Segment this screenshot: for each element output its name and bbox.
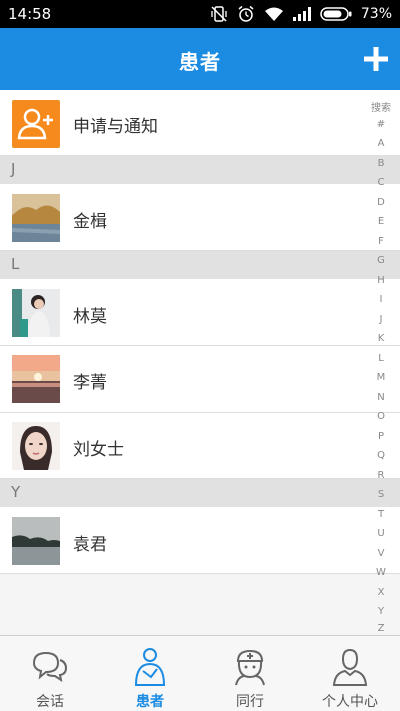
patient-name: 刘女士 xyxy=(73,440,124,460)
index-letter[interactable]: L xyxy=(366,353,396,364)
index-letter[interactable]: I xyxy=(366,294,396,305)
index-letter[interactable]: Q xyxy=(366,450,396,461)
index-letter[interactable]: Z xyxy=(366,623,396,634)
index-letter[interactable]: G xyxy=(366,255,396,266)
patient-row[interactable]: 林莫 xyxy=(0,279,400,346)
tab-label: 同行 xyxy=(236,694,264,710)
patient-row[interactable]: 李菁 xyxy=(0,346,400,413)
wifi-icon xyxy=(264,6,284,22)
nurse-icon xyxy=(230,647,270,687)
section-letter: L xyxy=(11,255,20,273)
index-letter[interactable]: W xyxy=(366,567,396,578)
tab-label: 个人中心 xyxy=(322,694,378,710)
index-letter[interactable]: U xyxy=(366,528,396,539)
notify-label: 申请与通知 xyxy=(73,117,158,137)
index-letter[interactable]: Y xyxy=(366,606,396,617)
avatar xyxy=(12,289,60,337)
index-letter[interactable]: K xyxy=(366,333,396,344)
tab-label: 患者 xyxy=(136,694,164,710)
add-contact-icon xyxy=(12,100,60,148)
index-letter[interactable]: O xyxy=(366,411,396,422)
index-letter[interactable]: R xyxy=(366,470,396,481)
patient-row[interactable]: 袁君 xyxy=(0,507,400,574)
index-letter[interactable]: V xyxy=(366,548,396,559)
plus-icon xyxy=(364,47,388,71)
index-letter[interactable]: E xyxy=(366,216,396,227)
section-letter: Y xyxy=(11,483,21,501)
tab-patients[interactable]: 患者 xyxy=(100,636,200,711)
tab-chat[interactable]: 会话 xyxy=(0,636,100,711)
index-letter[interactable]: M xyxy=(366,372,396,383)
index-letter[interactable]: X xyxy=(366,587,396,598)
chat-bubbles-icon xyxy=(30,647,70,687)
patient-row[interactable]: 刘女士 xyxy=(0,413,400,479)
battery-percent: 73% xyxy=(360,6,392,22)
avatar xyxy=(12,422,60,470)
tab-label: 会话 xyxy=(36,694,64,710)
alphabet-index-bar[interactable]: 搜索 # A B C D E F G H I J K L M N O P Q R… xyxy=(366,96,396,636)
person-icon xyxy=(330,647,370,687)
patient-icon xyxy=(130,647,170,687)
page-title: 患者 xyxy=(179,50,221,74)
index-letter[interactable]: P xyxy=(366,431,396,442)
alarm-icon xyxy=(237,5,255,23)
section-header-y: Y xyxy=(0,479,400,507)
index-letter[interactable]: J xyxy=(366,314,396,325)
index-search[interactable]: 搜索 xyxy=(366,99,396,114)
status-bar: 14:58 73% xyxy=(0,0,400,28)
index-letter[interactable]: N xyxy=(366,392,396,403)
section-letter: J xyxy=(11,160,16,178)
patient-name: 袁君 xyxy=(73,535,107,555)
patient-row[interactable]: 金楫 xyxy=(0,184,400,251)
patient-list[interactable]: 申请与通知 J 金楫 L 林莫 李菁 刘女士 Y 袁君 xyxy=(0,90,400,635)
index-letter[interactable]: T xyxy=(366,509,396,520)
section-header-l: L xyxy=(0,251,400,279)
index-letter[interactable]: H xyxy=(366,275,396,286)
status-time: 14:58 xyxy=(8,5,52,23)
section-header-j: J xyxy=(0,156,400,184)
battery-icon xyxy=(320,7,352,21)
index-letter[interactable]: A xyxy=(366,138,396,149)
avatar xyxy=(12,517,60,565)
app-bar: 患者 xyxy=(0,28,400,90)
index-letter[interactable]: F xyxy=(366,236,396,247)
patient-name: 李菁 xyxy=(73,373,107,393)
index-letter[interactable]: B xyxy=(366,158,396,169)
application-notification-row[interactable]: 申请与通知 xyxy=(0,90,400,156)
index-letter[interactable]: # xyxy=(366,119,396,130)
add-patient-button[interactable] xyxy=(362,45,390,73)
tab-profile[interactable]: 个人中心 xyxy=(300,636,400,711)
vibrate-off-icon xyxy=(210,5,228,23)
status-icons: 73% xyxy=(210,4,392,24)
index-letter[interactable]: D xyxy=(366,197,396,208)
signal-icon xyxy=(292,7,311,21)
avatar xyxy=(12,194,60,242)
patient-name: 林莫 xyxy=(73,307,107,327)
index-letter[interactable]: C xyxy=(366,177,396,188)
avatar xyxy=(12,355,60,403)
index-letter[interactable]: S xyxy=(366,489,396,500)
patient-name: 金楫 xyxy=(73,212,107,232)
bottom-tab-bar: 会话 患者 同行 个人中心 xyxy=(0,635,400,711)
tab-peers[interactable]: 同行 xyxy=(200,636,300,711)
